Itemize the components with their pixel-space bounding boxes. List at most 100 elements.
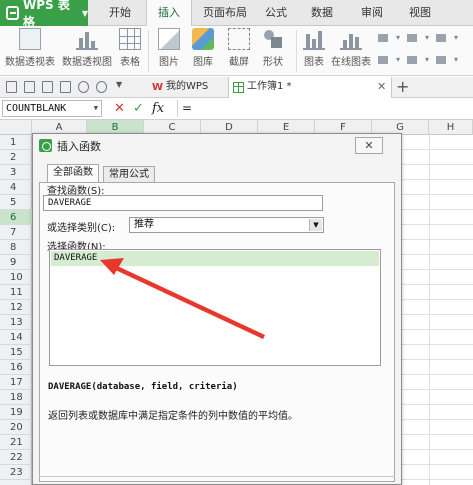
chevron-down-icon[interactable]: ▼ [94,101,98,116]
new-tab-icon[interactable]: + [396,77,409,97]
chart-types-row-2: ▾ ▾ ▾ [378,54,458,66]
table-button[interactable]: 表格 [118,28,142,68]
app-menu-button[interactable]: WPS 表格 ▼ [0,0,88,29]
stock-chart-icon[interactable]: ▾ [407,54,429,66]
ribbon-divider [148,30,149,72]
insert-function-icon[interactable]: fx [152,100,164,117]
row-header[interactable]: 5 [0,195,32,210]
row-header[interactable]: 17 [0,375,32,390]
pivot-table-icon [19,28,41,50]
online-chart-button[interactable]: 在线图表 [330,28,372,68]
row-header[interactable]: 12 [0,300,32,315]
row-header[interactable]: 18 [0,390,32,405]
screenshot-icon [228,28,250,50]
redo-icon[interactable] [96,81,107,93]
row-header[interactable]: 22 [0,450,32,465]
tab-common-formulas[interactable]: 常用公式 [103,166,155,182]
category-select[interactable]: 推荐 ▼ [129,217,324,233]
print-icon[interactable] [60,81,71,93]
function-list[interactable]: DAVERAGE [49,249,381,366]
chart-button[interactable]: 图表 [302,28,326,68]
screenshot-label: 截屏 [229,57,249,68]
save-icon[interactable] [24,81,35,93]
picture-icon [158,28,180,50]
close-button[interactable]: ✕ [355,137,383,154]
row-header[interactable]: 19 [0,405,32,420]
shapes-button[interactable]: 形状 [258,28,288,68]
pivot-table-button[interactable]: 数据透视表 [4,28,56,68]
pie-chart-icon[interactable]: ▾ [436,54,458,66]
name-box[interactable]: COUNTBLANK ▼ [2,100,102,117]
row-header[interactable]: 23 [0,465,32,480]
pivot-chart-button[interactable]: 数据透视图 [60,28,114,68]
row-header[interactable]: 10 [0,270,32,285]
wps-logo-icon [39,139,52,152]
name-box-value: COUNTBLANK [6,103,67,114]
print-preview-icon[interactable] [42,81,53,93]
table-label: 表格 [120,57,140,68]
pivot-table-label: 数据透视表 [5,57,55,68]
formula-bar: COUNTBLANK ▼ ✕ ✓ fx = [0,98,473,120]
wps-logo-icon [6,6,19,20]
tab-review[interactable]: 审阅 [352,0,392,26]
row-header[interactable]: 4 [0,180,32,195]
open-folder-icon[interactable] [6,81,17,93]
screenshot-button[interactable]: 截屏 [224,28,254,68]
row-headers: 1 2 3 4 5 6 7 8 9 10 11 12 13 14 15 16 1… [0,135,32,485]
bar-chart-icon[interactable]: ▾ [407,32,429,44]
function-description: 返回列表或数据库中满足指定条件的列中数值的平均值。 [48,411,298,422]
row-header[interactable]: 9 [0,255,32,270]
chevron-down-icon[interactable]: ▼ [309,219,322,231]
row-header[interactable]: 1 [0,135,32,150]
row-header[interactable]: 8 [0,240,32,255]
tab-home[interactable]: 开始 [100,0,140,26]
tab-insert[interactable]: 插入 [146,0,192,27]
search-input[interactable]: DAVERAGE [43,195,323,211]
row-header[interactable]: 6 [0,210,32,225]
row-header[interactable]: 16 [0,360,32,375]
chevron-down-icon[interactable]: ▼ [116,80,122,89]
row-header[interactable]: 20 [0,420,32,435]
line-chart-icon[interactable]: ▾ [436,32,458,44]
column-chart-icon[interactable]: ▾ [378,32,400,44]
row-header[interactable]: 2 [0,150,32,165]
tab-my-wps[interactable]: W 我的WPS [148,77,226,98]
cancel-icon[interactable]: ✕ [114,100,125,117]
tab-all-functions[interactable]: 全部函数 [47,164,99,183]
select-all-corner[interactable] [0,120,32,135]
row-header[interactable]: 7 [0,225,32,240]
pivot-chart-label: 数据透视图 [62,57,112,68]
row-header[interactable]: 14 [0,330,32,345]
undo-icon[interactable] [78,81,89,93]
gallery-button[interactable]: 图库 [188,28,218,68]
ribbon: 数据透视表 数据透视图 表格 图片 图库 截屏 形状 图表 在线图表 ▾ ▾ ▾… [0,26,473,76]
shapes-icon [262,28,284,50]
area-chart-icon[interactable]: ▾ [378,54,400,66]
tab-formulas[interactable]: 公式 [256,0,296,26]
menu-bar: WPS 表格 ▼ 开始 插入 页面布局 公式 数据 审阅 视图 [0,0,473,29]
tab-data[interactable]: 数据 [302,0,342,26]
row-header[interactable]: 3 [0,165,32,180]
dialog-title-bar[interactable]: 插入函数 ✕ [33,134,401,156]
tab-workbook[interactable]: 工作簿1 * ✕ [228,77,392,98]
tab-page-layout[interactable]: 页面布局 [196,0,254,26]
close-tab-icon[interactable]: ✕ [377,77,386,97]
row-header[interactable]: 11 [0,285,32,300]
ribbon-divider [296,30,297,72]
tab-view[interactable]: 视图 [400,0,440,26]
online-chart-icon [340,28,362,50]
picture-button[interactable]: 图片 [154,28,184,68]
list-item[interactable]: DAVERAGE [51,251,379,266]
wps-icon: W [152,82,164,93]
shapes-label: 形状 [263,57,283,68]
table-icon [119,28,141,50]
column-header[interactable]: H [429,120,473,135]
formula-input[interactable]: = [177,100,471,117]
row-header[interactable]: 13 [0,315,32,330]
pivot-chart-icon [76,28,98,50]
gallery-label: 图库 [193,57,213,68]
tab-my-wps-label: 我的WPS [166,81,209,92]
row-header[interactable]: 21 [0,435,32,450]
confirm-icon[interactable]: ✓ [133,100,144,117]
row-header[interactable]: 15 [0,345,32,360]
